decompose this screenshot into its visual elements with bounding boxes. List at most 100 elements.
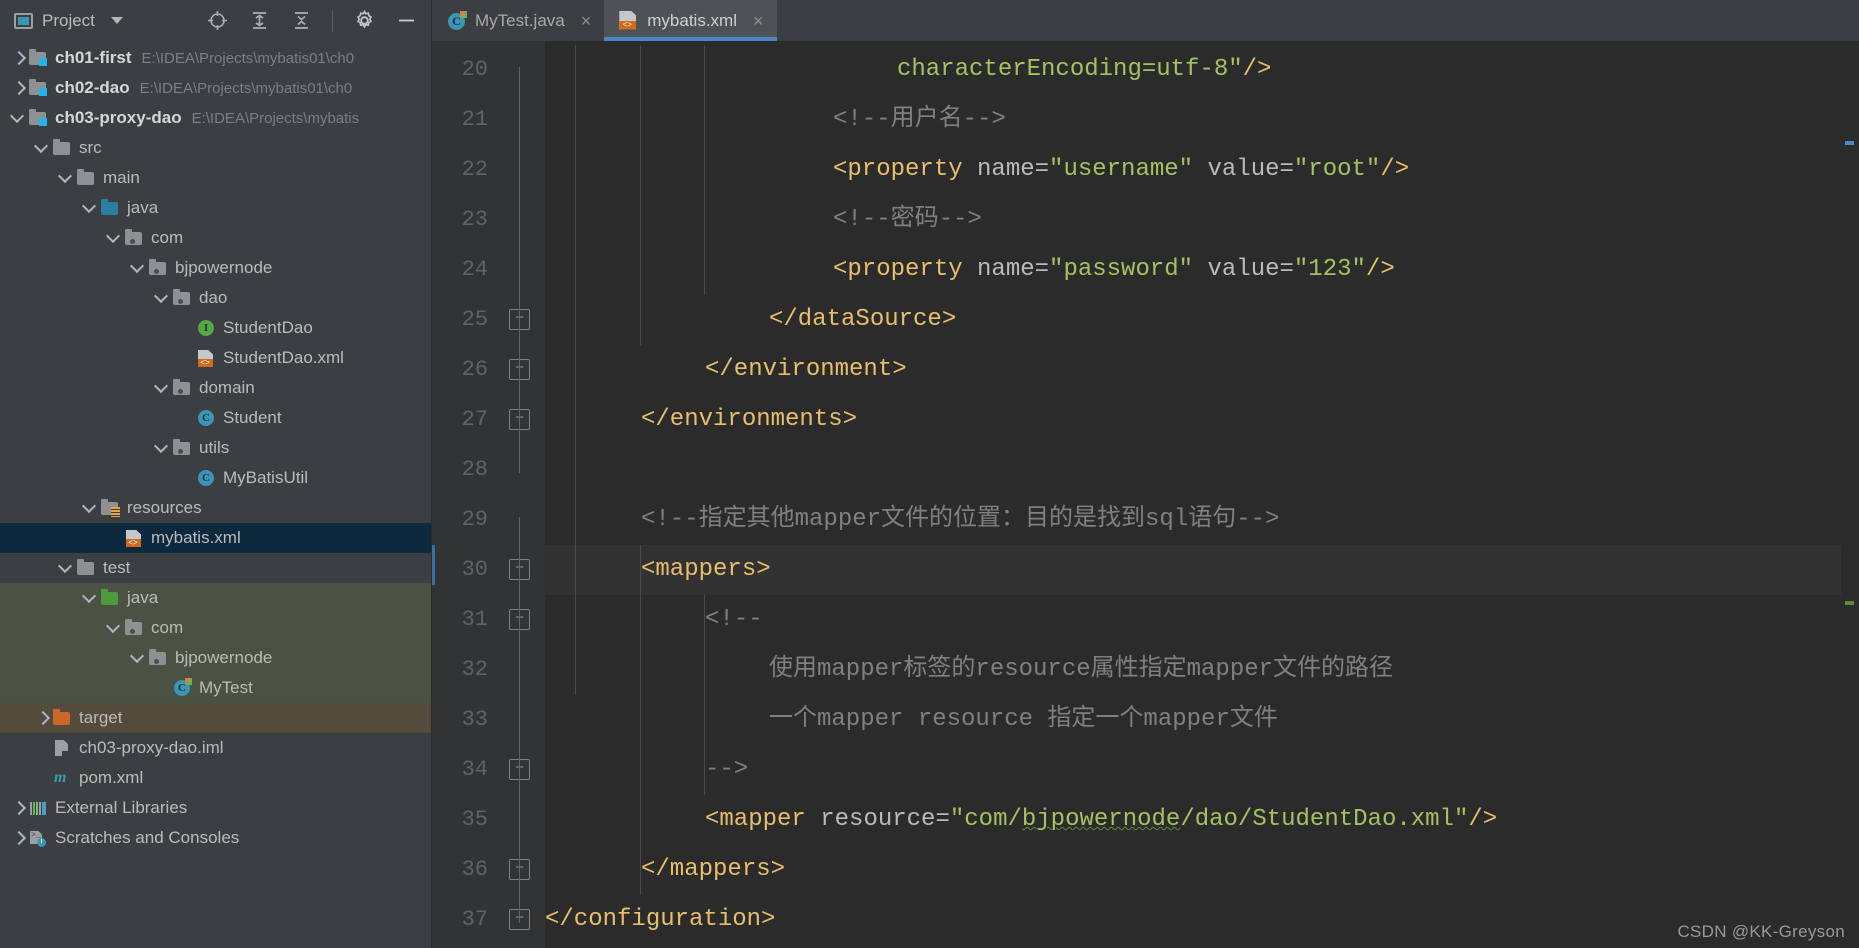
expand-all-icon[interactable] <box>248 10 270 32</box>
tree-item-domain[interactable]: domain <box>0 373 431 403</box>
tree-item-label: mybatis.xml <box>151 528 241 547</box>
code-line[interactable]: </environment> <box>545 345 1859 395</box>
code-editor[interactable]: 202122232425262728293031323334353637 −−−… <box>432 41 1859 948</box>
editor-tab-mytest-java[interactable]: C MyTest.java × <box>432 0 604 41</box>
chevron-down-icon[interactable] <box>154 380 170 396</box>
tree-item-mybatisutil[interactable]: C MyBatisUtil <box>0 463 431 493</box>
code-token-tag: </configuration> <box>545 906 776 933</box>
package-folder-icon <box>173 379 190 395</box>
chevron-down-icon[interactable] <box>82 200 98 216</box>
code-line[interactable]: <property name="username" value="root"/> <box>545 145 1859 195</box>
code-line[interactable]: <!-- <box>545 595 1859 645</box>
code-line[interactable]: <!--用户名--> <box>545 95 1859 145</box>
locate-icon[interactable] <box>206 10 228 32</box>
project-tool-window-title[interactable]: Project <box>14 11 95 31</box>
chevron-down-icon[interactable] <box>154 290 170 306</box>
code-token-sp <box>1193 256 1207 283</box>
collapse-all-icon[interactable] <box>290 10 312 32</box>
editor-marker[interactable] <box>1845 601 1854 605</box>
code-line[interactable]: </configuration> <box>545 895 1859 945</box>
code-token-tag: /> <box>1365 256 1395 283</box>
code-text[interactable]: characterEncoding=utf-8"/> <!--用户名--> <pro… <box>545 41 1859 948</box>
close-tab-icon[interactable]: × <box>753 12 764 30</box>
code-line[interactable]: </mappers> <box>545 845 1859 895</box>
tree-item-mybatis-xml[interactable]: <> mybatis.xml <box>0 523 431 553</box>
code-line[interactable]: <!--指定其他mapper文件的位置：目的是找到sql语句--> <box>545 495 1859 545</box>
code-line[interactable]: 使用mapper标签的resource属性指定mapper文件的路径 <box>545 645 1859 695</box>
code-line[interactable]: <mappers> <box>545 545 1859 595</box>
tree-item-bjpowernode[interactable]: bjpowernode <box>0 253 431 283</box>
tree-item-label: ch02-dao <box>55 78 130 97</box>
tree-item-ch01-first[interactable]: ch01-first E:\IDEA\Projects\mybatis01\ch0 <box>0 43 431 73</box>
tree-item-path: E:\IDEA\Projects\mybatis01\ch0 <box>141 49 355 67</box>
tree-item-ch03-proxy-dao[interactable]: ch03-proxy-dao E:\IDEA\Projects\mybatis <box>0 103 431 133</box>
tree-item-scratches-and-consoles[interactable]: >_ Scratches and Consoles <box>0 823 431 853</box>
tree-item-ch03-proxy-dao-iml[interactable]: ch03-proxy-dao.iml <box>0 733 431 763</box>
tree-item-bjpowernode[interactable]: bjpowernode <box>0 643 431 673</box>
line-number: 30 <box>461 557 488 582</box>
code-line[interactable]: 一个mapper resource 指定一个mapper文件 <box>545 695 1859 745</box>
tree-item-icon <box>28 109 48 127</box>
code-line[interactable] <box>545 445 1859 495</box>
tree-item-studentdao[interactable]: I StudentDao <box>0 313 431 343</box>
chevron-down-icon[interactable] <box>58 560 74 576</box>
hide-window-icon[interactable] <box>395 10 417 32</box>
fold-slot: − <box>497 345 545 395</box>
tree-item-com[interactable]: com <box>0 223 431 253</box>
tree-item-ch02-dao[interactable]: ch02-dao E:\IDEA\Projects\mybatis01\ch0 <box>0 73 431 103</box>
chevron-down-icon[interactable] <box>130 260 146 276</box>
code-line[interactable]: <property name="password" value="123"/> <box>545 245 1859 295</box>
tree-item-label: StudentDao <box>223 318 313 337</box>
code-line[interactable]: <!--密码--> <box>545 195 1859 245</box>
tree-item-java[interactable]: java <box>0 193 431 223</box>
tree-item-external-libraries[interactable]: External Libraries <box>0 793 431 823</box>
chevron-down-icon[interactable] <box>110 17 123 24</box>
tree-item-test[interactable]: test <box>0 553 431 583</box>
tree-item-pom-xml[interactable]: m pom.xml <box>0 763 431 793</box>
chevron-down-icon[interactable] <box>154 440 170 456</box>
gear-icon[interactable] <box>353 10 375 32</box>
tree-item-mytest[interactable]: C MyTest <box>0 673 431 703</box>
tree-item-icon <box>52 139 72 157</box>
tree-item-dao[interactable]: dao <box>0 283 431 313</box>
chevron-right-icon[interactable] <box>10 800 26 816</box>
code-line[interactable]: --> <box>545 745 1859 795</box>
chevron-right-icon[interactable] <box>34 710 50 726</box>
tree-item-src[interactable]: src <box>0 133 431 163</box>
chevron-down-icon[interactable] <box>58 170 74 186</box>
code-token-val: "password" <box>1049 256 1194 283</box>
chevron-right-icon[interactable] <box>10 830 26 846</box>
chevron-right-icon[interactable] <box>10 50 26 66</box>
chevron-right-icon[interactable] <box>10 80 26 96</box>
chevron-down-icon[interactable] <box>34 140 50 156</box>
project-tool-window-header: Project <box>0 0 431 41</box>
tree-item-target[interactable]: target <box>0 703 431 733</box>
tree-item-com[interactable]: com <box>0 613 431 643</box>
tree-item-java[interactable]: java <box>0 583 431 613</box>
code-line[interactable]: characterEncoding=utf-8"/> <box>545 45 1859 95</box>
editor-marker-rail[interactable] <box>1841 41 1859 948</box>
chevron-down-icon[interactable] <box>82 590 98 606</box>
close-tab-icon[interactable]: × <box>581 12 592 30</box>
tree-item-resources[interactable]: resources <box>0 493 431 523</box>
project-tree[interactable]: ch01-first E:\IDEA\Projects\mybatis01\ch0… <box>0 41 431 948</box>
editor-marker[interactable] <box>1845 141 1854 145</box>
tree-item-main[interactable]: main <box>0 163 431 193</box>
tree-item-student[interactable]: C Student <box>0 403 431 433</box>
chevron-down-icon[interactable] <box>82 500 98 516</box>
chevron-down-icon[interactable] <box>106 230 122 246</box>
tree-item-studentdao-xml[interactable]: <> StudentDao.xml <box>0 343 431 373</box>
code-line[interactable]: </dataSource> <box>545 295 1859 345</box>
xml-file-icon: <> <box>198 350 213 367</box>
fold-slot: − <box>497 395 545 445</box>
chevron-down-icon[interactable] <box>106 620 122 636</box>
code-line[interactable]: </environments> <box>545 395 1859 445</box>
code-folding-gutter[interactable]: −−−−−−−− <box>497 41 545 948</box>
tree-item-utils[interactable]: utils <box>0 433 431 463</box>
editor-tab-mybatis-xml[interactable]: <> mybatis.xml × <box>604 0 777 41</box>
code-line[interactable]: <mapper resource="com/bjpowernode/dao/St… <box>545 795 1859 845</box>
chevron-down-icon[interactable] <box>130 650 146 666</box>
chevron-down-icon[interactable] <box>10 110 26 126</box>
tree-item-icon <box>172 439 192 457</box>
